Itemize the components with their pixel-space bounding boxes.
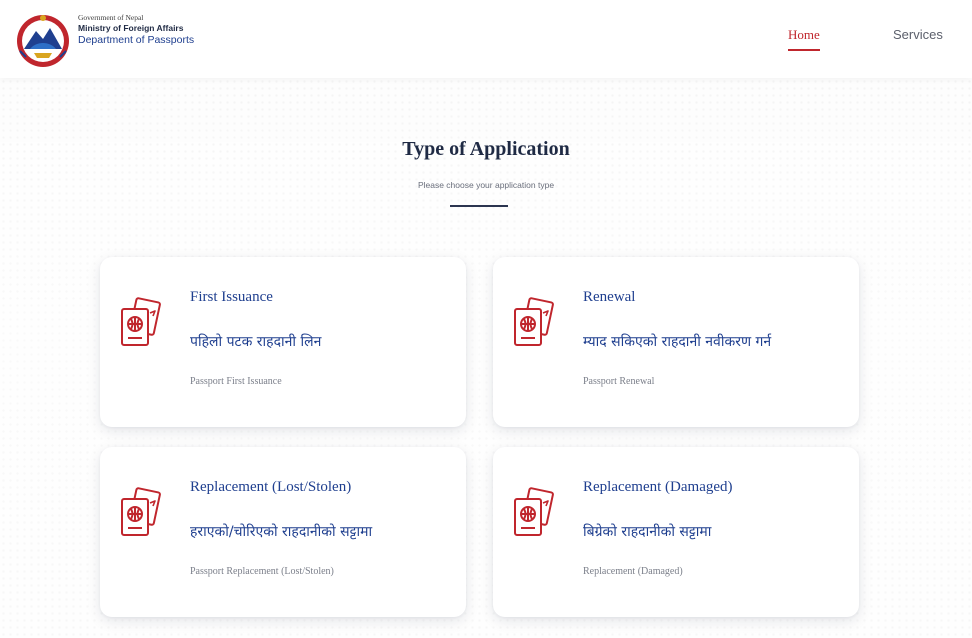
card-subtitle: Passport Replacement (Lost/Stolen) [190,566,334,577]
passport-icon [514,297,554,346]
passport-icon [514,487,554,536]
card-title-np: पहिलो पटक राहदानी लिन [190,334,322,350]
card-title-en: Renewal [583,289,636,305]
card-title-np: बिग्रेको राहदानीको सट्टामा [583,524,712,540]
department-label: Department of Passports [78,34,195,47]
title-underline [450,205,508,207]
nav-services-link[interactable]: Services [893,27,943,42]
site-header: Government of Nepal Ministry of Foreign … [0,0,972,78]
application-card-first-issuance[interactable]: First Issuance पहिलो पटक राहदानी लिन Pas… [100,257,466,427]
brand-text[interactable]: Government of Nepal Ministry of Foreign … [78,13,195,47]
application-card-renewal[interactable]: Renewal म्याद सकिएको राहदानी नवीकरण गर्न… [493,257,859,427]
passport-icon [121,297,161,346]
application-card-replacement-damaged[interactable]: Replacement (Damaged) बिग्रेको राहदानीको… [493,447,859,617]
card-title-en: First Issuance [190,289,273,305]
government-label: Government of Nepal [78,13,144,22]
card-title-np: हराएको/चोरिएको राहदानीको सट्टामा [190,524,373,540]
card-title-en: Replacement (Lost/Stolen) [190,479,352,495]
card-title-np: म्याद सकिएको राहदानी नवीकरण गर्न [583,334,772,350]
nepal-emblem-logo[interactable] [14,11,72,69]
card-title-en: Replacement (Damaged) [583,479,733,495]
card-subtitle: Replacement (Damaged) [583,566,683,577]
nav-home-link[interactable]: Home [788,27,820,51]
card-subtitle: Passport Renewal [583,376,655,387]
card-subtitle: Passport First Issuance [190,376,282,387]
application-card-replacement-lost-stolen[interactable]: Replacement (Lost/Stolen) हराएको/चोरिएको… [100,447,466,617]
page-title: Type of Application [402,138,570,160]
ministry-label: Ministry of Foreign Affairs [78,22,184,33]
passport-icon [121,487,161,536]
page-subtitle: Please choose your application type [417,180,555,190]
